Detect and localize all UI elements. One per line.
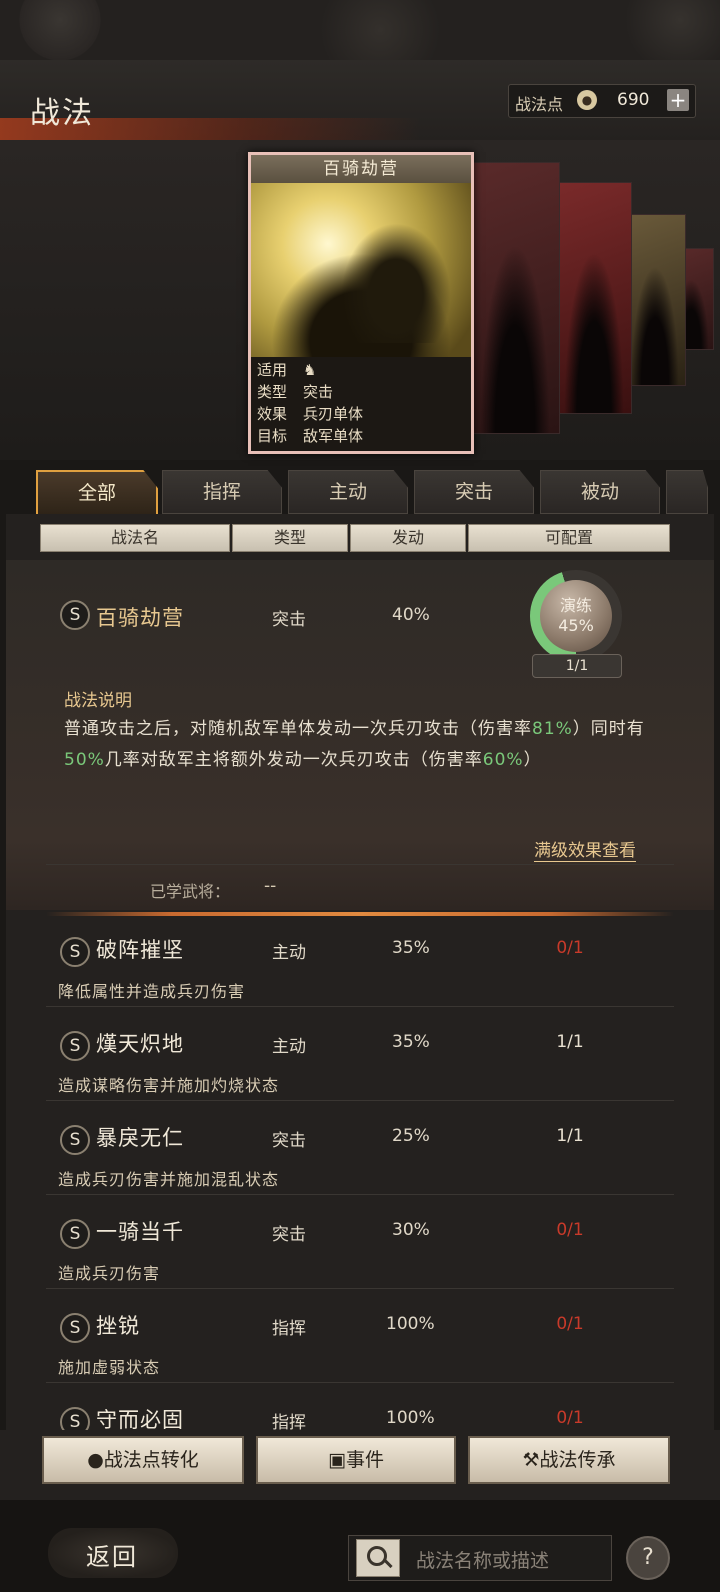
divider (46, 1382, 674, 1383)
detail-divider (46, 912, 674, 916)
tactic-description: 施加虚弱状态 (58, 1358, 161, 1377)
tactic-type: 指挥 (272, 1319, 306, 1339)
learned-generals-value: -- (264, 876, 277, 896)
back-label[interactable]: 返回 (86, 1537, 138, 1572)
carousel-card-3[interactable] (624, 214, 686, 386)
tactic-rate: 100% (386, 1314, 435, 1334)
card-info-row: 目标 敌军单体 (257, 427, 364, 445)
card-info: 适用 ♞ 类型 突击 效果 兵刃单体 目标 敌军单体 (251, 357, 471, 451)
tactic-name: 熯天炽地 (96, 1032, 184, 1056)
tactic-rate: 35% (392, 1032, 430, 1052)
column-header-trigger[interactable]: 发动 (350, 524, 466, 552)
add-points-button[interactable]: + (667, 89, 689, 111)
selected-tactic-name: 百骑劫营 (96, 606, 184, 630)
divider (46, 1006, 674, 1007)
s-rank-badge: S (60, 1125, 90, 1155)
tactic-rate: 100% (386, 1408, 435, 1428)
carousel-card-1[interactable] (470, 162, 560, 434)
selected-tactic-card[interactable]: 百骑劫营 适用 ♞ 类型 突击 效果 兵刃单体 目标 敌军单体 (248, 152, 474, 454)
tactic-description: 降低属性并造成兵刃伤害 (58, 982, 246, 1001)
tactic-rate: 25% (392, 1126, 430, 1146)
column-header-type[interactable]: 类型 (232, 524, 348, 552)
search-placeholder[interactable]: 战法名称或描述 (416, 1546, 549, 1573)
tab-more[interactable] (666, 470, 708, 514)
points-label: 战法点 (515, 95, 564, 114)
train-label: 演练 (559, 596, 592, 615)
train-button[interactable]: 演练 45% (540, 580, 612, 652)
card-info-row: 效果 兵刃单体 (257, 405, 364, 423)
tactic-description: 造成兵刃伤害并施加混乱状态 (58, 1170, 280, 1189)
selected-tactic-type: 突击 (272, 610, 306, 630)
inherit-button[interactable]: ⚒战法传承 (468, 1436, 670, 1484)
divider (46, 1194, 674, 1195)
train-count: 1/1 (532, 654, 622, 678)
tactic-name: 挫锐 (96, 1314, 140, 1338)
help-button[interactable]: ? (626, 1536, 670, 1580)
s-rank-badge: S (60, 1313, 90, 1343)
tab-command[interactable]: 指挥 (162, 470, 282, 514)
filter-tabs: 全部 指挥 主动 突击 被动 (36, 470, 720, 516)
divider (46, 1288, 674, 1289)
hammer-icon: ⚒ (522, 1449, 540, 1471)
top-decoration (0, 0, 720, 60)
column-header-name[interactable]: 战法名 (40, 524, 230, 552)
tactic-name: 一骑当千 (96, 1220, 184, 1244)
tactic-point-icon: ● (577, 90, 597, 110)
divider (46, 1100, 674, 1101)
tactic-availability: 0/1 (556, 1220, 584, 1240)
selected-tactic-rate: 40% (392, 605, 430, 625)
tactic-availability: 0/1 (556, 938, 584, 958)
page-title: 战法 (30, 96, 94, 131)
card-artwork (251, 183, 471, 357)
carousel-card-2[interactable] (556, 182, 632, 414)
s-rank-badge: S (60, 1031, 90, 1061)
tactic-type: 主动 (272, 943, 306, 963)
alert-icon: ▣ (328, 1449, 346, 1471)
tactic-points-box: 战法点 ● 690 + (508, 84, 696, 118)
tactic-type: 突击 (272, 1131, 306, 1151)
s-rank-badge: S (60, 937, 90, 967)
tactic-name: 暴戾无仁 (96, 1126, 184, 1150)
tactic-rate: 35% (392, 938, 430, 958)
tactic-description: 造成兵刃伤害 (58, 1264, 161, 1283)
search-icon[interactable] (356, 1539, 400, 1577)
tab-all[interactable]: 全部 (36, 470, 158, 516)
tactic-rate: 30% (392, 1220, 430, 1240)
card-info-row: 类型 突击 (257, 383, 334, 401)
convert-points-button[interactable]: ●战法点转化 (42, 1436, 244, 1484)
s-rank-badge: S (60, 600, 90, 630)
drop-icon: ● (87, 1449, 104, 1471)
tab-active[interactable]: 主动 (288, 470, 408, 514)
tab-assault[interactable]: 突击 (414, 470, 534, 514)
s-rank-badge: S (60, 1219, 90, 1249)
card-info-row: 适用 ♞ (257, 361, 317, 379)
tactic-description: 造成谋略伤害并施加灼烧状态 (58, 1076, 280, 1095)
description-text: 普通攻击之后，对随机敌军单体发动一次兵刃攻击（伤害率81%）同时有50%几率对敌… (64, 719, 645, 770)
tab-passive[interactable]: 被动 (540, 470, 660, 514)
event-button[interactable]: ▣事件 (256, 1436, 456, 1484)
card-title: 百骑劫营 (251, 155, 471, 183)
column-header-config[interactable]: 可配置 (468, 524, 670, 552)
train-percent: 45% (558, 616, 594, 635)
learned-generals-label: 已学武将： (150, 882, 231, 901)
description-title: 战法说明 (64, 691, 132, 711)
max-level-effect-link[interactable]: 满级效果查看 (534, 836, 636, 862)
tactic-availability: 0/1 (556, 1314, 584, 1334)
tactic-name: 破阵摧坚 (96, 938, 184, 962)
tactic-availability: 1/1 (556, 1126, 584, 1146)
tactic-type: 突击 (272, 1225, 306, 1245)
tactic-availability: 1/1 (556, 1032, 584, 1052)
points-value: 690 (617, 90, 650, 110)
tactic-type: 主动 (272, 1037, 306, 1057)
tactic-availability: 0/1 (556, 1408, 584, 1428)
divider (46, 864, 674, 865)
cavalry-icon: ♞ (303, 361, 317, 379)
